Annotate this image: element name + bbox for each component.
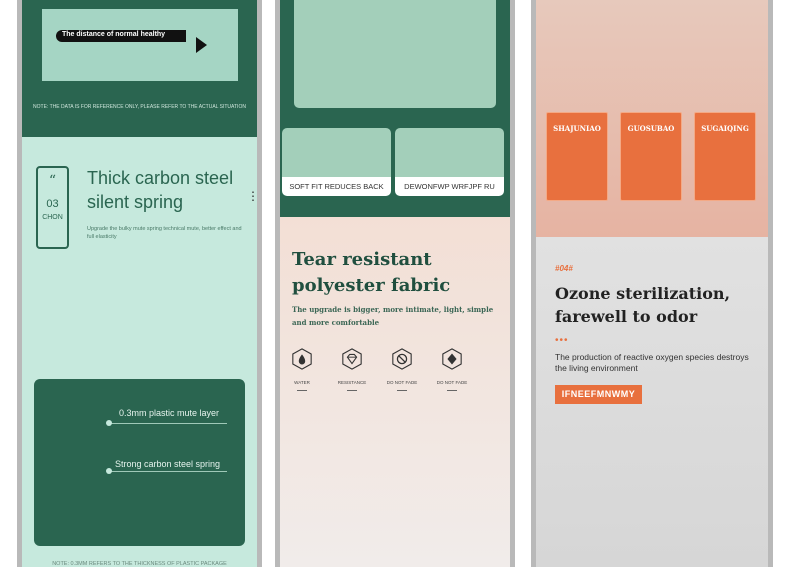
feature-label: DO NOT FADE bbox=[436, 380, 468, 385]
feature-no-fade-2: DO NOT FADE bbox=[430, 348, 474, 391]
fabric-card-label-2: DEWONFWP WRFJPF RU bbox=[395, 177, 504, 196]
ozone-heading: Ozone sterilization, farewell to odor bbox=[555, 284, 731, 326]
feature-underline bbox=[397, 390, 407, 391]
quote-icon: “ bbox=[48, 173, 57, 189]
arrow-label: The distance of normal healthy bbox=[62, 31, 166, 38]
fabric-main-image bbox=[294, 0, 496, 108]
feature-dot-2 bbox=[106, 468, 112, 474]
feature-box-3: SUGAIQING bbox=[694, 112, 756, 201]
feature-box-2: GUOSUBAO bbox=[620, 112, 682, 201]
fabric-card-1: SOFT FIT REDUCES BACK bbox=[282, 128, 391, 196]
feature-line-1 bbox=[109, 423, 227, 424]
tag-number: 03 bbox=[46, 198, 59, 210]
diamond-icon bbox=[342, 348, 362, 370]
ozone-panel: SHAJUNIAO GUOSUBAO SUGAIQING #04# Ozone … bbox=[536, 0, 768, 567]
feature-resistance: RESISTANCE bbox=[330, 348, 374, 391]
shield-diamond-icon bbox=[442, 348, 462, 370]
no-fade-icon bbox=[392, 348, 412, 370]
section-number: #04# bbox=[555, 264, 573, 273]
arrow-head-icon bbox=[196, 37, 207, 53]
feature-box-label-3: SUGAIQING bbox=[701, 124, 749, 133]
section-description: Upgrade the bulky mute spring technical … bbox=[87, 226, 242, 240]
fabric-panel: SOFT FIT REDUCES BACK DEWONFWP WRFJPF RU… bbox=[280, 0, 510, 567]
section-heading: Thick carbon steel silent spring bbox=[87, 168, 234, 212]
section-number-tag: “ 03 CHON bbox=[36, 166, 69, 249]
feature-dot-1 bbox=[106, 420, 112, 426]
distance-section: The distance of normal healthy NOTE: THE… bbox=[22, 0, 257, 137]
fabric-top-section: SOFT FIT REDUCES BACK DEWONFWP WRFJPF RU bbox=[280, 0, 510, 217]
dots-decoration: ••• bbox=[555, 335, 569, 346]
tag-label: CHON bbox=[42, 214, 63, 221]
feature-label: RESISTANCE bbox=[337, 380, 367, 385]
feature-label-2: Strong carbon steel spring bbox=[115, 459, 221, 469]
feature-underline bbox=[297, 390, 307, 391]
ozone-top-section: SHAJUNIAO GUOSUBAO SUGAIQING bbox=[536, 0, 768, 237]
feature-label: WATER bbox=[294, 380, 310, 385]
spring-feature-card: 0.3mm plastic mute layer Strong carbon s… bbox=[34, 379, 245, 546]
panel-border-right-1 bbox=[257, 0, 262, 567]
feature-underline bbox=[347, 390, 357, 391]
thickness-note: NOTE: 0.3MM REFERS TO THE THICKNESS OF P… bbox=[52, 561, 227, 567]
feature-box-label-1: SHAJUNIAO bbox=[553, 124, 601, 133]
feature-underline bbox=[447, 390, 457, 391]
panel-border-right-2 bbox=[510, 0, 515, 567]
fabric-card-label-1: SOFT FIT REDUCES BACK bbox=[282, 177, 391, 196]
spring-panel: The distance of normal healthy NOTE: THE… bbox=[22, 0, 257, 567]
water-drop-icon bbox=[292, 348, 312, 370]
panel-border-right-3 bbox=[768, 0, 773, 567]
feature-box-1: SHAJUNIAO bbox=[546, 112, 608, 201]
ozone-description: The production of reactive oxygen specie… bbox=[555, 352, 749, 373]
fabric-heading: Tear resistant polyester fabric bbox=[292, 249, 451, 296]
reference-note: NOTE: THE DATA IS FOR REFERENCE ONLY, PL… bbox=[33, 104, 246, 110]
fabric-card-2: DEWONFWP WRFJPF RU bbox=[395, 128, 504, 196]
feature-label: DO NOT FADE bbox=[386, 380, 418, 385]
ozone-button[interactable]: IFNEEFMNWMY bbox=[555, 385, 642, 404]
distance-image bbox=[42, 9, 238, 81]
more-menu-icon[interactable]: ⋮ bbox=[247, 190, 257, 202]
fabric-description: The upgrade is bigger, more intimate, li… bbox=[292, 305, 494, 327]
feature-no-fade: DO NOT FADE bbox=[380, 348, 424, 391]
feature-water: WATER bbox=[280, 348, 324, 391]
feature-line-2 bbox=[109, 471, 227, 472]
feature-label-1: 0.3mm plastic mute layer bbox=[119, 408, 220, 418]
feature-box-label-2: GUOSUBAO bbox=[627, 124, 675, 133]
